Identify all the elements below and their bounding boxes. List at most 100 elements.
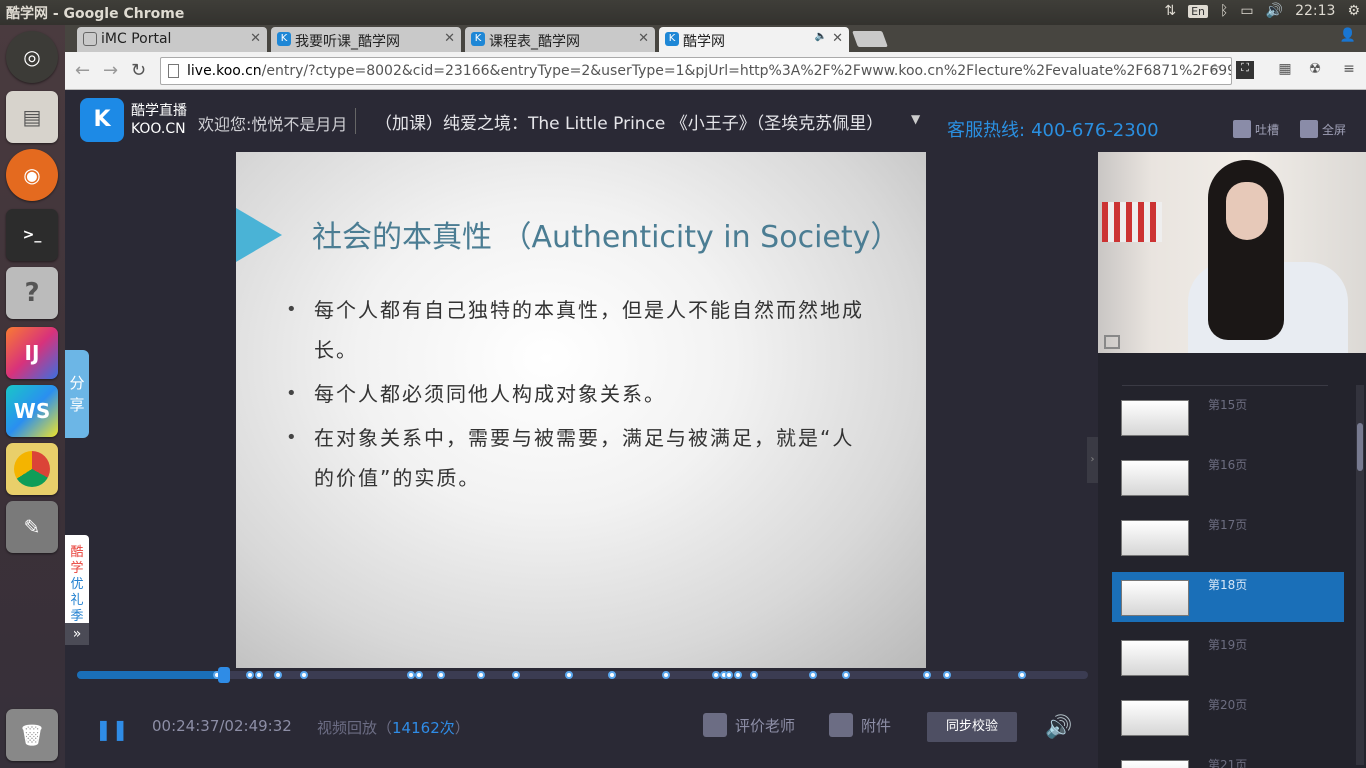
feedback-button[interactable]: 吐槽: [1233, 120, 1279, 138]
progress-fill: [77, 671, 224, 679]
chapter-marker[interactable]: [1018, 671, 1027, 679]
close-tab-icon[interactable]: ✕: [444, 31, 455, 46]
back-arrow-icon[interactable]: ←: [75, 60, 90, 81]
files-icon[interactable]: ▤: [6, 91, 58, 143]
slide-thumbnail[interactable]: 第19页: [1112, 632, 1344, 682]
forward-arrow-icon[interactable]: →: [103, 60, 118, 81]
trash-icon[interactable]: 🗑: [6, 709, 58, 761]
chapter-marker[interactable]: [511, 671, 520, 679]
thumbnail-label: 第21页: [1208, 758, 1248, 768]
fullscreen-button[interactable]: 全屏: [1300, 120, 1346, 138]
fullscreen-label: 全屏: [1322, 122, 1347, 137]
collapse-sidebar-button[interactable]: ›: [1087, 437, 1098, 483]
webstorm-icon[interactable]: WS: [6, 385, 58, 437]
profile-icon[interactable]: 👤: [1340, 28, 1356, 43]
thumbnail-label: 第20页: [1208, 698, 1248, 712]
slide-bullet: 每个人都必须同他人构成对象关系。: [286, 374, 876, 414]
help-icon[interactable]: ?: [6, 267, 58, 319]
header-divider: [355, 108, 356, 134]
slide-bullet: 每个人都有自己独特的本真性，但是人不能自然而然地成长。: [286, 290, 876, 370]
tab-audio-icon[interactable]: 🔈: [815, 31, 827, 42]
extension-grid-icon[interactable]: ▦: [1276, 61, 1294, 79]
koo-favicon-icon: K: [277, 32, 291, 46]
chapter-marker[interactable]: [750, 671, 759, 679]
system-settings-icon[interactable]: ✎: [6, 501, 58, 553]
popout-video-icon[interactable]: [1104, 335, 1120, 349]
chrome-icon[interactable]: [6, 443, 58, 495]
tab-kooxue-active[interactable]: K 酷学网 🔈 ✕: [659, 27, 849, 52]
tab-schedule[interactable]: K 课程表_酷学网 ✕: [465, 27, 655, 52]
pause-icon[interactable]: ❚❚: [95, 717, 129, 741]
volume-icon[interactable]: 🔊: [1045, 715, 1072, 740]
new-tab-button[interactable]: [852, 31, 888, 47]
thumbnail-scrollbar[interactable]: [1356, 385, 1364, 765]
chapter-marker[interactable]: [734, 671, 743, 679]
slide-thumbnail[interactable]: 第16页: [1112, 452, 1344, 502]
page-info-icon[interactable]: [168, 64, 179, 78]
thumbnail-image: [1121, 760, 1189, 768]
rate-teacher-button[interactable]: 评价老师: [703, 713, 795, 737]
chapter-marker[interactable]: [662, 671, 671, 679]
chapter-marker[interactable]: [725, 671, 734, 679]
ubuntu-dash-icon[interactable]: ◎: [6, 31, 58, 83]
sync-check-button[interactable]: 同步校验: [927, 712, 1017, 742]
chapter-marker[interactable]: [414, 671, 423, 679]
scrollbar-thumb[interactable]: [1357, 423, 1363, 471]
chapter-marker[interactable]: [923, 671, 932, 679]
bookmark-star-icon[interactable]: ☆: [1206, 61, 1224, 79]
tab-listen-course[interactable]: K 我要听课_酷学网 ✕: [271, 27, 461, 52]
volume-icon[interactable]: 🔊: [1266, 3, 1283, 19]
slide-thumbnail[interactable]: 第15页: [1112, 392, 1344, 442]
chapter-marker[interactable]: [477, 671, 486, 679]
chapter-marker[interactable]: [607, 671, 616, 679]
terminal-icon[interactable]: >_: [6, 209, 58, 261]
close-tab-icon[interactable]: ✕: [638, 31, 649, 46]
intellij-icon[interactable]: IJ: [6, 327, 58, 379]
chapter-marker[interactable]: [300, 671, 309, 679]
slide-thumbnail-active[interactable]: 第18页: [1112, 572, 1344, 622]
attachment-button[interactable]: 附件: [829, 713, 891, 737]
close-tab-icon[interactable]: ✕: [832, 31, 843, 46]
thumbnail-image: [1121, 460, 1189, 496]
clock[interactable]: 22:13: [1295, 3, 1335, 19]
tab-imc-portal[interactable]: iMC Portal ✕: [77, 27, 267, 52]
close-tab-icon[interactable]: ✕: [250, 31, 261, 46]
bluetooth-icon[interactable]: ᛒ: [1220, 3, 1228, 19]
progress-bar[interactable]: [77, 667, 1088, 683]
keyboard-layout-indicator[interactable]: En: [1188, 4, 1208, 18]
promo-tab[interactable]: 酷学 优礼季 »: [65, 535, 89, 645]
koo-logo-icon[interactable]: K: [80, 98, 124, 142]
download-icon: [829, 713, 853, 737]
chapter-marker[interactable]: [436, 671, 445, 679]
share-tab[interactable]: 分享: [65, 350, 89, 438]
feedback-label: 吐槽: [1255, 122, 1280, 137]
chapter-marker[interactable]: [274, 671, 283, 679]
system-tray: ⇅ En ᛒ ▭ 🔊 22:13 ⚙: [1164, 3, 1360, 19]
chapter-marker[interactable]: [254, 671, 263, 679]
chapter-marker[interactable]: [842, 671, 851, 679]
chapter-marker[interactable]: [565, 671, 574, 679]
chrome-menu-icon[interactable]: ≡: [1340, 61, 1358, 79]
koo-favicon-icon: K: [665, 32, 679, 46]
chapter-marker[interactable]: [809, 671, 817, 679]
slide-thumbnail[interactable]: 第21页: [1112, 752, 1344, 768]
extension-radiation-icon[interactable]: ☢: [1306, 61, 1324, 79]
slide-bullets: 每个人都有自己独特的本真性，但是人不能自然而然地成长。 每个人都必须同他人构成对…: [286, 290, 876, 502]
chapter-marker[interactable]: [711, 671, 720, 679]
chapter-marker[interactable]: [245, 671, 254, 679]
chapter-marker[interactable]: [406, 671, 415, 679]
expand-icon[interactable]: »: [65, 623, 89, 645]
reload-icon[interactable]: ↻: [131, 60, 146, 81]
replay-info: 视频回放（14162次）: [317, 717, 470, 738]
chapter-marker[interactable]: [943, 671, 952, 679]
slide-thumbnail[interactable]: 第17页: [1112, 512, 1344, 562]
network-icon[interactable]: ⇅: [1164, 3, 1176, 19]
battery-icon[interactable]: ▭: [1240, 3, 1253, 19]
thumbnail-image: [1121, 640, 1189, 676]
extension-icon[interactable]: ⛶: [1236, 61, 1254, 79]
slide-thumbnail[interactable]: 第20页: [1112, 692, 1344, 742]
firefox-icon[interactable]: ◉: [6, 149, 58, 201]
address-bar[interactable]: live.koo.cn/entry/?ctype=8002&cid=23166&…: [160, 57, 1232, 85]
chevron-down-icon[interactable]: ▼: [911, 112, 920, 126]
settings-gear-icon[interactable]: ⚙: [1347, 3, 1360, 19]
